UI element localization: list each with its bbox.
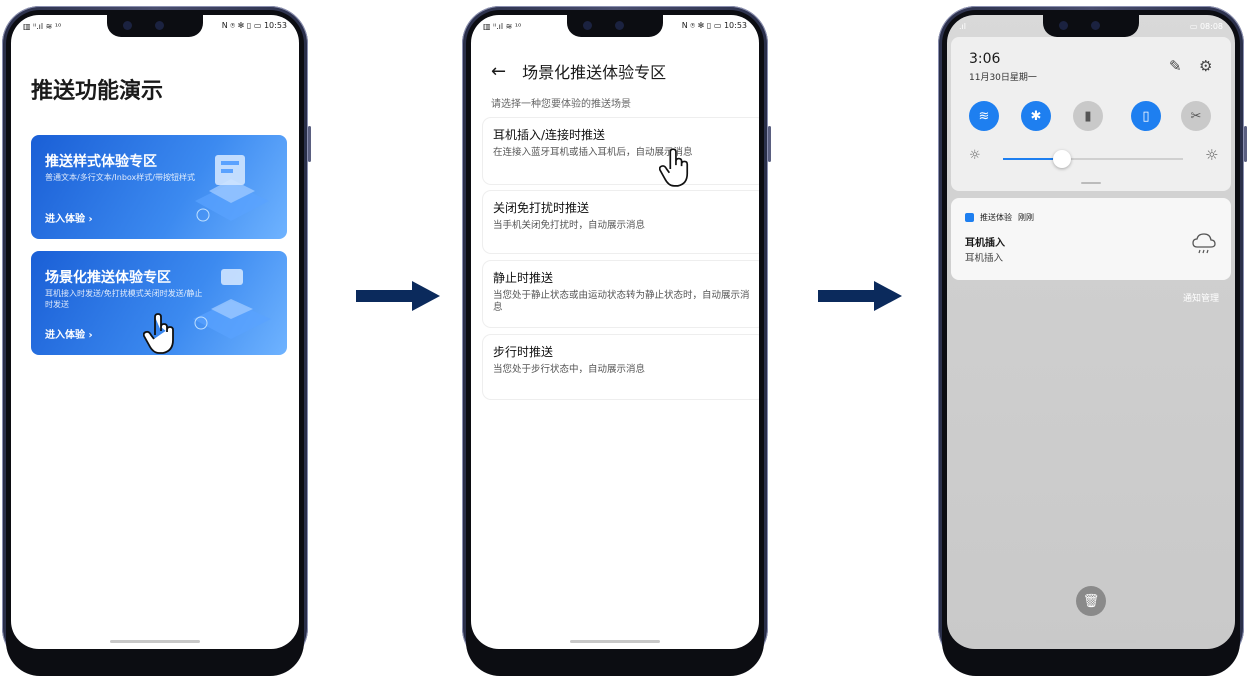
brightness-high-icon: ☼ bbox=[1205, 146, 1219, 164]
status-right: ▭ 08:08 bbox=[1189, 21, 1223, 31]
status-left: ▥ ᴵᴵ.ıl ≋ ¹⁰ bbox=[483, 21, 522, 31]
card-illustration-icon bbox=[193, 269, 271, 339]
list-item-dnd-off[interactable]: 关闭免打扰时推送 当手机关闭免打扰时，自动展示消息 bbox=[483, 191, 759, 253]
item-desc: 当手机关闭免打扰时，自动展示消息 bbox=[493, 220, 646, 231]
clear-all-trash-icon[interactable]: 🗑 bbox=[1076, 586, 1106, 616]
clock: 3:06 bbox=[969, 51, 1001, 67]
item-title: 步行时推送 bbox=[493, 345, 554, 359]
notification-card[interactable]: 推送体验 刚刚 耳机插入 耳机插入 bbox=[951, 198, 1231, 280]
weather-cloud-icon bbox=[1192, 233, 1216, 254]
item-title: 耳机插入/连接时推送 bbox=[493, 128, 606, 142]
screen-scene-list: ▥ ᴵᴵ.ıl ≋ ¹⁰ N ⍟ ✻ ▯ ▭ 10:53 ← 场景化推送体验专区… bbox=[471, 15, 759, 649]
notification-header: 推送体验 刚刚 bbox=[965, 212, 1034, 223]
card-illustration-icon bbox=[195, 155, 269, 222]
phone-frame-2: ▥ ᴵᴵ.ıl ≋ ¹⁰ N ⍟ ✻ ▯ ▭ 10:53 ← 场景化推送体验专区… bbox=[462, 6, 771, 676]
brightness-low-icon: ☼ bbox=[969, 148, 981, 163]
item-title: 静止时推送 bbox=[493, 271, 554, 285]
list-item-still[interactable]: 静止时推送 当您处于静止状态或由运动状态转为静止状态时，自动展示消息 bbox=[483, 261, 759, 327]
notification-time: 刚刚 bbox=[1018, 213, 1034, 222]
list-item-headset[interactable]: 耳机插入/连接时推送 在连接入蓝牙耳机或插入耳机后，自动展示消息 bbox=[483, 118, 759, 187]
card-desc: 普通文本/多行文本/Inbox样式/带按钮样式 bbox=[45, 173, 195, 182]
enter-button[interactable]: 进入体验 › bbox=[45, 326, 93, 341]
card-scene-push[interactable]: 场景化推送体验专区 耳机接入时发送/免打扰模式关闭时发送/静止时发送 进入体验 … bbox=[31, 251, 287, 355]
screen-home: ▥ ᴵᴵ.ıl ≋ ¹⁰ N ⍟ ✻ ▯ ▭ 10:53 推送功能演示 推送样式… bbox=[11, 15, 299, 649]
card-push-style[interactable]: 推送样式体验专区 普通文本/多行文本/Inbox样式/带按钮样式 进入体验 › bbox=[31, 135, 287, 239]
flashlight-icon[interactable]: ▮ bbox=[1073, 101, 1103, 131]
status-left: ▥ ᴵᴵ.ıl ≋ ¹⁰ bbox=[23, 21, 62, 31]
settings-icon[interactable]: ⚙ bbox=[1199, 57, 1212, 75]
drag-handle[interactable] bbox=[1081, 182, 1101, 184]
bluetooth-icon[interactable]: ✱ bbox=[1021, 101, 1051, 131]
hand-cursor-icon bbox=[143, 313, 174, 354]
card-title: 场景化推送体验专区 bbox=[45, 270, 171, 286]
date: 11月30日星期一 bbox=[969, 73, 1037, 83]
card-desc: 耳机接入时发送/免打扰模式关闭时发送/静止时发送 bbox=[45, 289, 203, 309]
phone-frame-1: ▥ ᴵᴵ.ıl ≋ ¹⁰ N ⍟ ✻ ▯ ▭ 10:53 推送功能演示 推送样式… bbox=[2, 6, 311, 676]
wifi-icon[interactable]: ≋ bbox=[969, 101, 999, 131]
screen-notification-shade: .ıl ▭ 08:08 3:06 11月30日星期一 ✎ ⚙ ≋ ✱ ▮ ▯ ✂… bbox=[947, 15, 1235, 649]
flow-arrow-icon bbox=[356, 281, 440, 311]
page-subtitle: 请选择一种您要体验的推送场景 bbox=[491, 99, 631, 110]
item-desc: 在连接入蓝牙耳机或插入耳机后，自动展示消息 bbox=[493, 147, 693, 158]
page-title: 场景化推送体验专区 bbox=[522, 63, 667, 82]
enter-button[interactable]: 进入体验 › bbox=[45, 210, 93, 225]
item-title: 关闭免打扰时推送 bbox=[493, 201, 590, 215]
header: ← 场景化推送体验专区 bbox=[491, 59, 666, 83]
app-name: 推送体验 bbox=[980, 213, 1012, 222]
vibrate-icon[interactable]: ▯ bbox=[1131, 101, 1161, 131]
app-icon bbox=[965, 213, 974, 222]
phone-frame-3: .ıl ▭ 08:08 3:06 11月30日星期一 ✎ ⚙ ≋ ✱ ▮ ▯ ✂… bbox=[938, 6, 1247, 676]
page-title: 推送功能演示 bbox=[31, 79, 164, 104]
status-left: .ıl bbox=[959, 21, 966, 31]
flow-arrow-icon bbox=[818, 281, 902, 311]
status-right: N ⍟ ✻ ▯ ▭ 10:53 bbox=[221, 21, 287, 30]
hand-cursor-icon bbox=[659, 148, 689, 187]
item-desc: 当您处于静止状态或由运动状态转为静止状态时，自动展示消息 bbox=[493, 290, 750, 313]
notification-manage-link[interactable]: 通知管理 bbox=[1183, 291, 1219, 304]
card-title: 推送样式体验专区 bbox=[45, 154, 157, 170]
screenshot-icon[interactable]: ✂ bbox=[1181, 101, 1211, 131]
notification-body: 耳机插入 bbox=[965, 253, 1004, 264]
item-desc: 当您处于步行状态中，自动展示消息 bbox=[493, 364, 646, 375]
brightness-slider[interactable] bbox=[1003, 150, 1183, 168]
notification-title: 耳机插入 bbox=[965, 238, 1005, 249]
status-right: N ⍟ ✻ ▯ ▭ 10:53 bbox=[681, 21, 747, 30]
list-item-walking[interactable]: 步行时推送 当您处于步行状态中，自动展示消息 bbox=[483, 335, 759, 399]
back-arrow-icon[interactable]: ← bbox=[491, 61, 506, 82]
edit-icon[interactable]: ✎ bbox=[1169, 57, 1182, 75]
